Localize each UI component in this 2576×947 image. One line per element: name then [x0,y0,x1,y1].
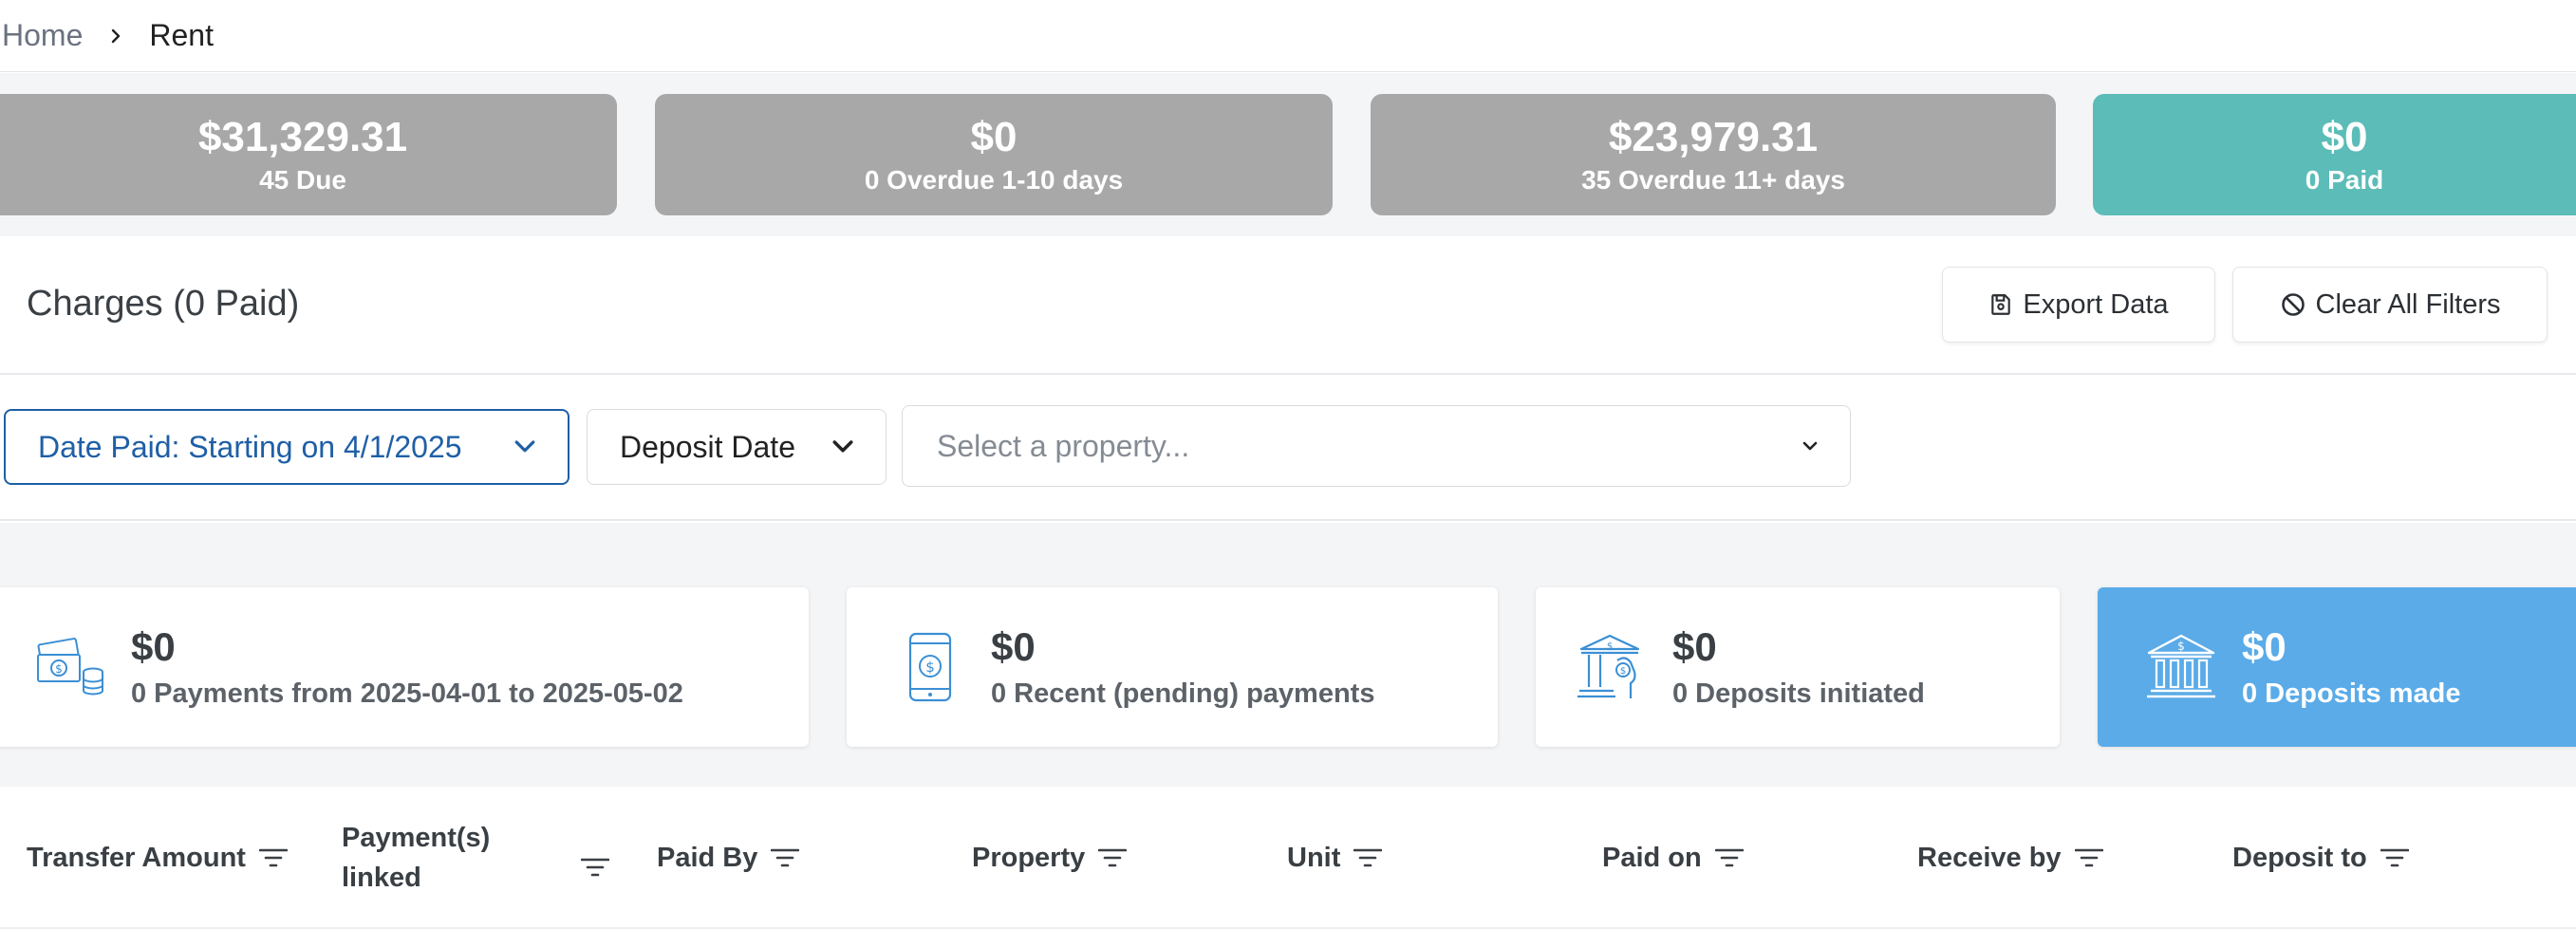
stat-text: $0 0 Deposits initiated [1672,623,1925,711]
filter-lines-icon[interactable] [258,847,288,868]
clear-all-filters-label: Clear All Filters [2315,288,2501,320]
filter-lines-icon[interactable] [581,857,609,878]
stat-text: $0 0 Recent (pending) payments [991,623,1374,711]
column-header-deposit-to[interactable]: Deposit to [2232,787,2409,929]
summary-label: 45 Due [259,165,346,195]
summary-amount: $0 [2321,114,2368,160]
stat-label: 0 Deposits made [2242,678,2461,709]
stat-text: $0 0 Deposits made [2242,623,2460,711]
summary-label: 35 Overdue 11+ days [1581,165,1845,195]
column-header-label: Receive by [1917,842,2062,873]
column-header-payments-linked[interactable]: Payment(s) linked [342,787,609,929]
stat-card-payments[interactable]: $ $0 0 Payments from 2025-04-01 to 2025-… [0,587,809,747]
filter-lines-icon[interactable] [2074,847,2103,868]
stat-label: 0 Recent (pending) payments [991,678,1375,709]
stat-card-deposits-initiated[interactable]: $ $ $0 0 Deposits initiated [1536,587,2060,747]
deposit-date-filter[interactable]: Deposit Date [587,409,887,485]
column-header-label: Transfer Amount [27,842,246,873]
column-header-property[interactable]: Property [972,787,1128,929]
stat-card-pending[interactable]: $ $0 0 Recent (pending) payments [847,587,1498,747]
bank-icon: $ [2143,629,2219,705]
filter-lines-icon[interactable] [771,847,800,868]
summary-amount: $0 [970,114,1017,160]
filter-lines-icon[interactable] [2380,847,2409,868]
breadcrumb: Home Rent [0,0,2576,72]
mobile-payment-icon: $ [892,629,968,705]
export-data-label: Export Data [2023,288,2169,320]
breadcrumb-home-link[interactable]: Home [2,18,83,53]
clear-all-filters-button[interactable]: Clear All Filters [2232,267,2548,343]
deposit-date-filter-label: Deposit Date [620,429,795,464]
column-header-label: Paid By [657,842,758,873]
breadcrumb-current: Rent [149,18,214,52]
cash-icon: $ [32,629,108,705]
chevron-down-icon [829,433,857,461]
summary-card-overdue-1-10[interactable]: $0 0 Overdue 1-10 days [655,94,1333,215]
bank-transfer-icon: $ $ [1574,629,1650,705]
column-header-label: Payment(s) linked [342,823,491,893]
svg-text:$: $ [55,662,63,676]
stat-amount: $0 [991,624,1036,669]
column-header-paid-by[interactable]: Paid By [657,787,800,929]
filter-row: Date Paid: Starting on 4/1/2025 Deposit … [0,377,2576,521]
svg-text:$: $ [1607,641,1613,652]
column-header-label: Property [972,842,1086,873]
summary-label: 0 Paid [2305,165,2384,195]
svg-text:$: $ [1620,666,1626,677]
summary-amount: $31,329.31 [197,114,408,160]
column-header-unit[interactable]: Unit [1287,787,1383,929]
stat-amount: $0 [1672,624,1717,669]
summary-card-paid[interactable]: $0 0 Paid [2093,94,2576,215]
page-title: Charges (0 Paid) [27,284,300,324]
column-header-paid-on[interactable]: Paid on [1602,787,1744,929]
chevron-down-icon [1799,435,1821,457]
save-icon [1988,292,2013,317]
export-data-button[interactable]: Export Data [1942,267,2215,343]
date-paid-filter-label: Date Paid: Starting on 4/1/2025 [38,429,462,464]
stat-card-deposits-made[interactable]: $ $0 0 Deposits made [2098,587,2576,747]
stat-text: $0 0 Payments from 2025-04-01 to 2025-05… [131,623,683,711]
chevron-right-icon [98,18,134,54]
svg-text:$: $ [2177,640,2185,653]
stat-amount: $0 [131,624,176,669]
summary-amount: $23,979.31 [1608,114,1819,160]
filter-lines-icon[interactable] [1714,847,1744,868]
charges-header: Charges (0 Paid) Export Data Clear All F… [0,236,2576,375]
stat-amount: $0 [2242,624,2287,669]
stats-band: $ $0 0 Payments from 2025-04-01 to 2025-… [0,523,2576,787]
ban-icon [2280,291,2306,318]
svg-text:$: $ [925,659,935,676]
column-header-receive-by[interactable]: Receive by [1917,787,2103,929]
summary-card-overdue-11-plus[interactable]: $23,979.31 35 Overdue 11+ days [1371,94,2056,215]
filter-lines-icon[interactable] [1353,847,1383,868]
summary-label: 0 Overdue 1-10 days [864,165,1124,195]
date-paid-filter[interactable]: Date Paid: Starting on 4/1/2025 [4,409,569,485]
property-select[interactable]: Select a property... [902,405,1851,487]
summary-card-due[interactable]: $31,329.31 45 Due [0,94,617,215]
column-header-label: Deposit to [2232,842,2367,873]
summary-band: $31,329.31 45 Due $0 0 Overdue 1-10 days… [0,73,2576,236]
column-header-transfer-amount[interactable]: Transfer Amount [27,787,288,929]
stat-label: 0 Payments from 2025-04-01 to 2025-05-02 [131,678,683,709]
column-header-label: Paid on [1602,842,1702,873]
table-header: Transfer Amount Payment(s) linked Paid B… [0,787,2576,929]
column-header-label: Unit [1287,842,1341,873]
chevron-down-icon [511,433,539,461]
stat-label: 0 Deposits initiated [1672,678,1925,709]
filter-lines-icon[interactable] [1098,847,1128,868]
property-select-placeholder: Select a property... [937,428,1190,463]
